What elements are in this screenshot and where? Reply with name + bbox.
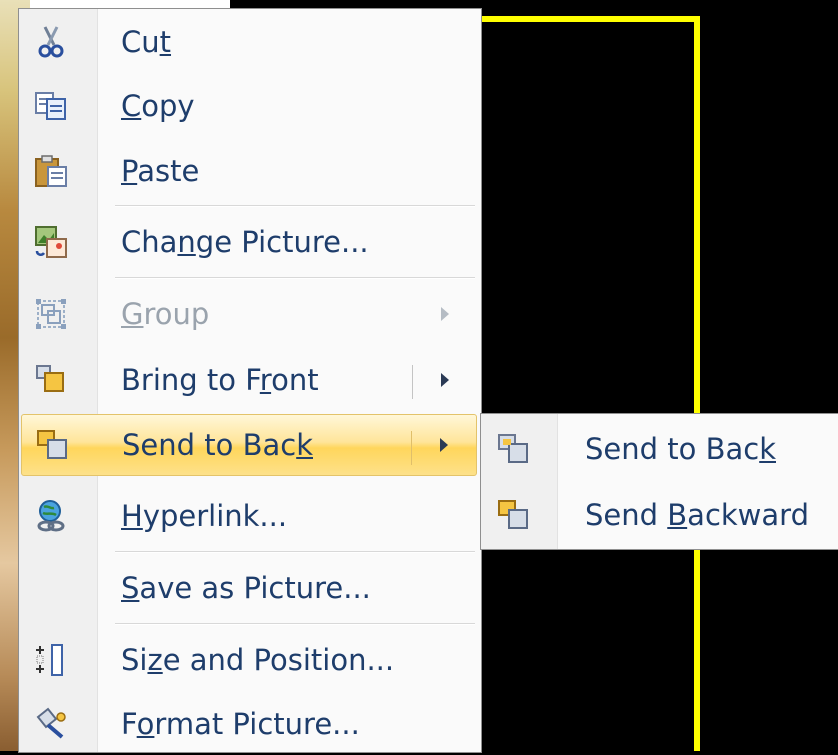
format-picture-icon	[31, 707, 71, 741]
menu-item-label: Paste	[121, 154, 200, 188]
menu-separator	[115, 277, 475, 279]
scissors-icon	[31, 25, 71, 59]
change-picture-icon	[31, 225, 71, 259]
menu-item-label: Change Picture...	[121, 225, 369, 259]
menu-item-label: Send to Back	[122, 428, 313, 462]
submenu-arrow-icon[interactable]	[441, 373, 449, 387]
copy-icon	[31, 89, 71, 123]
submenu-item-label: Send to Back	[585, 432, 776, 466]
send-to-back-submenu: Send to Back Send Backward	[480, 413, 838, 550]
submenu-item-send-to-back[interactable]: Send to Back	[483, 418, 835, 480]
menu-item-paste[interactable]: Paste	[21, 140, 477, 202]
split-button-divider	[411, 431, 412, 465]
picture-frame-top	[480, 16, 700, 22]
menu-item-label: Group	[121, 297, 210, 331]
menu-item-group[interactable]: Group	[21, 283, 477, 345]
menu-item-label: Format Picture...	[121, 707, 360, 741]
menu-item-hyperlink[interactable]: Hyperlink...	[21, 485, 477, 547]
menu-item-save-as-picture[interactable]: Save as Picture...	[21, 557, 477, 619]
menu-separator	[115, 205, 475, 207]
menu-item-cut[interactable]: Cut	[21, 11, 477, 73]
send-backward-icon	[493, 498, 533, 532]
submenu-arrow-icon[interactable]	[440, 438, 448, 452]
menu-item-format-picture[interactable]: Format Picture...	[21, 693, 477, 755]
paste-icon	[31, 154, 71, 188]
menu-item-label: Copy	[121, 89, 195, 123]
menu-item-bring-to-front[interactable]: Bring to Front	[21, 349, 477, 411]
submenu-item-send-backward[interactable]: Send Backward	[483, 484, 835, 546]
menu-item-label: Save as Picture...	[121, 571, 371, 605]
menu-item-label: Bring to Front	[121, 363, 319, 397]
context-menu: Cut Copy Paste Change Picture... Group B…	[18, 8, 482, 753]
size-position-icon	[31, 643, 71, 677]
menu-item-label: Cut	[121, 25, 172, 59]
bring-to-front-icon	[31, 363, 71, 397]
split-button-divider	[412, 365, 413, 399]
submenu-arrow-icon	[441, 307, 449, 321]
menu-item-copy[interactable]: Copy	[21, 75, 477, 137]
menu-separator	[115, 551, 475, 553]
menu-item-change-picture[interactable]: Change Picture...	[21, 211, 477, 273]
picture-frame-right	[694, 16, 700, 751]
group-icon	[31, 297, 71, 331]
save-as-picture-icon	[31, 571, 71, 605]
menu-separator	[115, 623, 475, 625]
menu-item-label: Size and Position...	[121, 643, 395, 677]
submenu-item-label: Send Backward	[585, 498, 809, 532]
menu-item-send-to-back[interactable]: Send to Back	[21, 414, 477, 476]
menu-item-size-and-position[interactable]: Size and Position...	[21, 629, 477, 691]
send-to-back-icon	[32, 428, 72, 462]
send-to-back-icon	[493, 432, 533, 466]
hyperlink-icon	[31, 499, 71, 533]
menu-item-label: Hyperlink...	[121, 499, 288, 533]
